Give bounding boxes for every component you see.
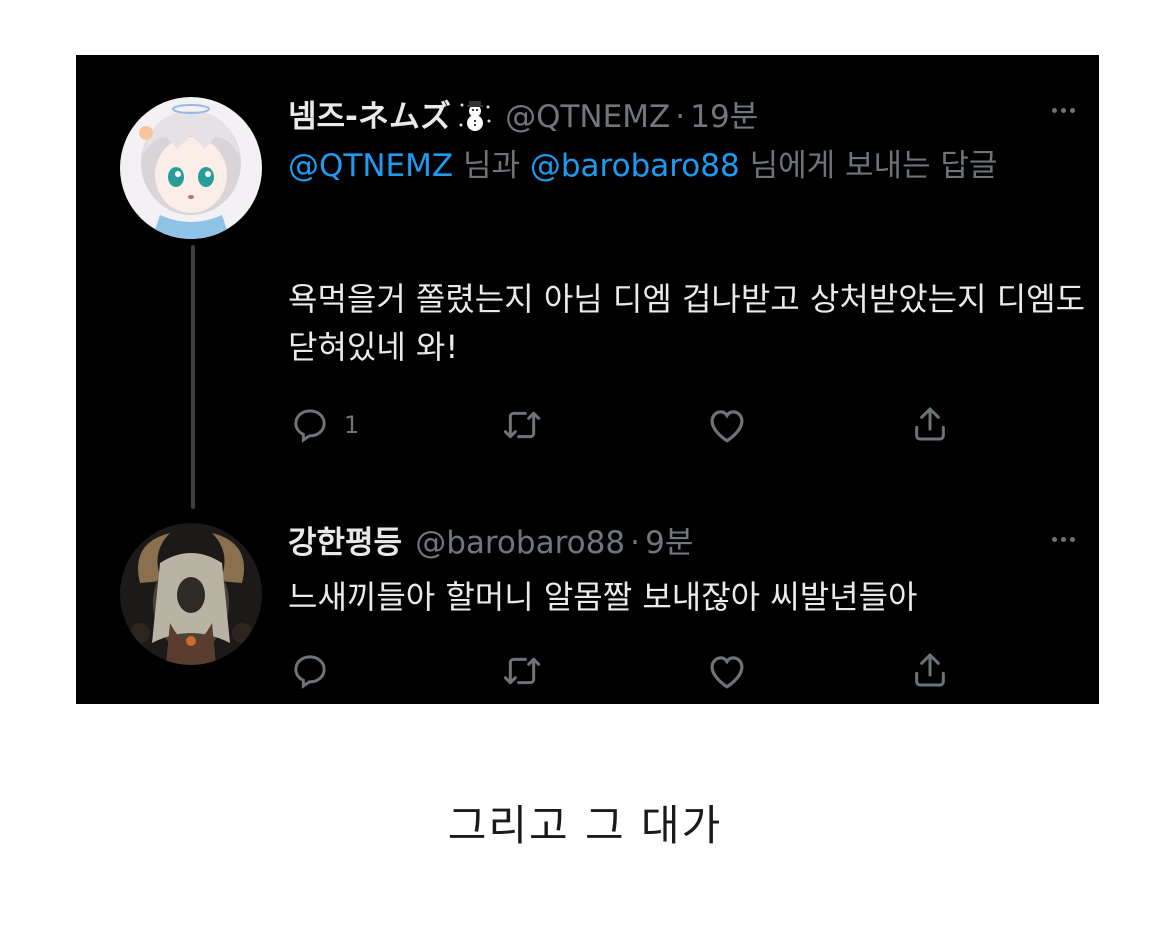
- tweet-thread-screenshot: 넴즈-ネムズ @QTNEMZ · 19분 @QTNEMZ 님과 @barobar…: [76, 55, 1099, 704]
- share-icon: [915, 653, 945, 687]
- avatar-barobaro88[interactable]: [120, 523, 262, 665]
- reply-icon: [294, 655, 326, 689]
- snowman-icon: [458, 99, 492, 137]
- reply-button[interactable]: 1: [290, 405, 359, 445]
- page: 넴즈-ネムズ @QTNEMZ · 19분 @QTNEMZ 님과 @barobar…: [0, 0, 1170, 940]
- timestamp[interactable]: 9분: [645, 525, 693, 561]
- mention-link[interactable]: @barobaro88: [530, 148, 740, 184]
- retweet-icon: [503, 657, 541, 685]
- display-name[interactable]: 강한평등: [288, 525, 402, 561]
- reply-icon: [294, 409, 326, 443]
- heart-icon: [710, 410, 744, 443]
- tweet-header: 넴즈-ネムズ @QTNEMZ · 19분: [288, 91, 758, 137]
- share-button[interactable]: [910, 403, 950, 445]
- display-name[interactable]: 넴즈-ネムズ: [288, 99, 451, 135]
- more-options-icon[interactable]: [1052, 537, 1075, 542]
- handle[interactable]: @QTNEMZ: [505, 99, 670, 135]
- reply-button[interactable]: [290, 651, 330, 691]
- reply-count: 1: [344, 411, 360, 439]
- timestamp[interactable]: 19분: [690, 99, 758, 135]
- retweet-button[interactable]: [500, 651, 544, 691]
- mention-link[interactable]: @QTNEMZ: [288, 148, 453, 184]
- like-button[interactable]: [706, 405, 748, 445]
- handle[interactable]: @barobaro88: [415, 525, 625, 561]
- heart-icon: [710, 656, 744, 689]
- retweet-button[interactable]: [500, 405, 544, 445]
- tweet-header: 강한평등 @barobaro88 · 9분: [288, 517, 693, 562]
- avatar-qtnemz[interactable]: [120, 97, 262, 239]
- separator: ·: [675, 99, 686, 135]
- tweet-body: 욕먹을거 쫄렸는지 아님 디엠 겁나받고 상처받았는지 디엠도 닫혀있네 와!: [288, 280, 1086, 366]
- reply-to-line: @QTNEMZ 님과 @barobaro88 님에게 보내는 답글: [288, 145, 1078, 187]
- share-icon: [915, 407, 945, 441]
- share-button[interactable]: [910, 649, 950, 691]
- like-button[interactable]: [706, 651, 748, 691]
- reply-to-conjunction: 님과: [453, 148, 530, 184]
- tweet-body: 느새끼들아 할머니 알몸짤 보내잖아 씨발년들아: [288, 578, 918, 616]
- retweet-icon: [503, 411, 541, 439]
- separator: ·: [630, 525, 640, 561]
- caption-text: 그리고 그 대가: [447, 801, 723, 850]
- more-options-icon[interactable]: [1052, 108, 1075, 113]
- thread-connector-line: [191, 245, 195, 509]
- reply-to-suffix: 님에게 보내는 답글: [739, 148, 998, 184]
